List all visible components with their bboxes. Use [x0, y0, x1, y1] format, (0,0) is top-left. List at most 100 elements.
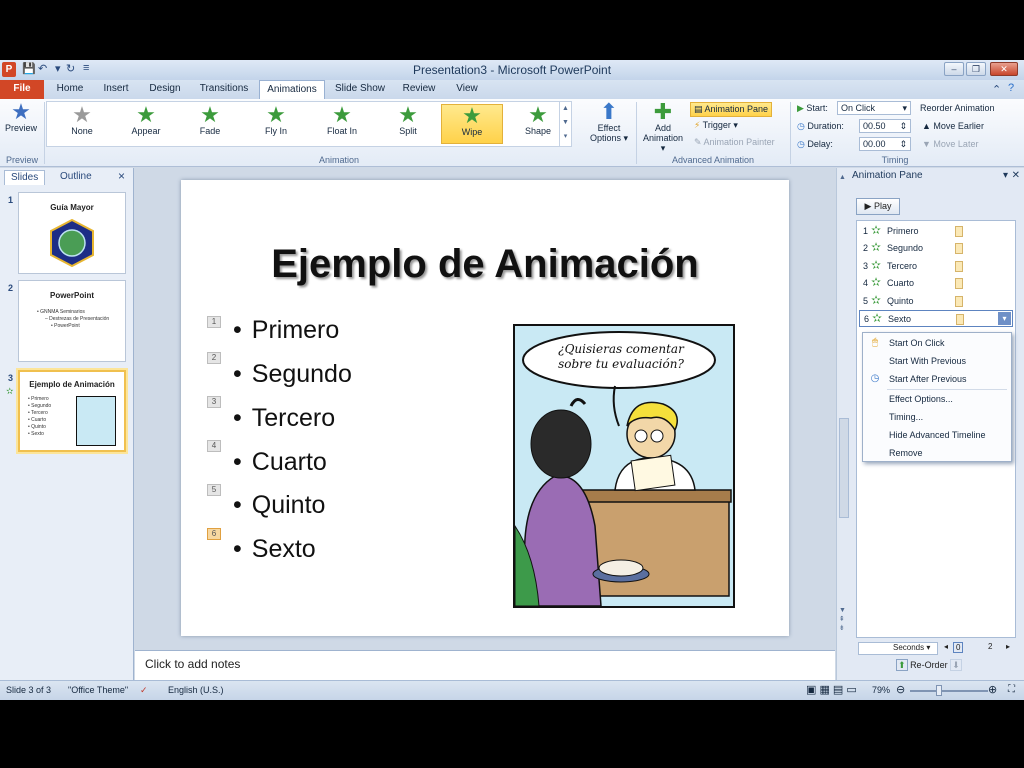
play-button[interactable]: ▶ Play	[856, 198, 900, 215]
view-buttons[interactable]: ▣ ▦ ▤ ▭	[806, 683, 857, 696]
animation-item[interactable]: 5 ✫ Quinto	[859, 293, 1013, 310]
slide-thumbnail-3[interactable]: Ejemplo de Animación • Primero • Segundo…	[18, 370, 126, 452]
start-select[interactable]: On Click ▾	[837, 101, 911, 115]
tab-animations[interactable]: Animations	[259, 80, 325, 100]
tab-file[interactable]: File	[0, 80, 44, 99]
close-icon[interactable]: ✕	[1012, 170, 1020, 181]
gallery-scroll[interactable]: ▲ ▼ ▾	[559, 102, 571, 146]
tab-design[interactable]: Design	[144, 80, 186, 99]
vertical-scrollbar[interactable]: ▲ ▼ ⇞ ⇟	[836, 168, 850, 680]
scroll-up-icon[interactable]: ▲	[839, 174, 846, 181]
zoom-out-icon[interactable]: ⊖	[896, 683, 905, 696]
effect-none[interactable]: ★ None	[51, 104, 113, 144]
effect-fade[interactable]: ★ Fade	[179, 104, 241, 144]
animation-tag[interactable]: 4	[207, 440, 221, 452]
slide-thumbnail-1[interactable]: Guía Mayor	[18, 192, 126, 274]
animation-item[interactable]: 3 ✫ Tercero	[859, 258, 1013, 275]
effect-wipe[interactable]: ★ Wipe	[441, 104, 503, 144]
tab-transitions[interactable]: Transitions	[194, 80, 254, 99]
trigger-button[interactable]: ⚡ Trigger ▾	[694, 120, 738, 131]
bullet-item[interactable]: • Segundo	[233, 360, 352, 389]
tab-slide-show[interactable]: Slide Show	[332, 80, 388, 99]
fit-to-window-icon[interactable]: ⛶	[1008, 684, 1015, 695]
menu-remove[interactable]: Remove	[863, 444, 1011, 462]
slide-canvas[interactable]: Ejemplo de Animación 1 • Primero 2 • Segun…	[181, 180, 789, 636]
tab-home[interactable]: Home	[52, 80, 88, 99]
slide-thumbnail-2[interactable]: PowerPoint • GNNMA Seminarios – Destreza…	[18, 280, 126, 362]
seconds-dropdown[interactable]: Seconds ▾	[858, 642, 938, 655]
effect-label: Fly In	[264, 126, 287, 136]
bullet-item[interactable]: • Cuarto	[233, 448, 327, 477]
pane-options-icon[interactable]: ▾	[1003, 170, 1008, 181]
add-animation-button[interactable]: ✚ Add Animation ▾	[640, 101, 686, 154]
item-label: Cuarto	[887, 278, 915, 288]
delay-input[interactable]: 00.00 ⇕	[859, 137, 911, 151]
bullet-item[interactable]: • Quinto	[233, 491, 325, 520]
animation-tag[interactable]: 3	[207, 396, 221, 408]
minimize-button[interactable]: –	[944, 62, 964, 76]
effect-float-in[interactable]: ★ Float In	[311, 104, 373, 144]
effect-split[interactable]: ★ Split	[377, 104, 439, 144]
animation-item[interactable]: 1 ✫ Primero	[859, 223, 1013, 240]
zoom-slider-thumb[interactable]	[936, 685, 942, 696]
item-dropdown-icon[interactable]: ▾	[998, 312, 1011, 325]
zoom-slider[interactable]	[910, 690, 988, 692]
reorder-up-icon[interactable]: ⬆	[896, 659, 908, 671]
tab-view[interactable]: View	[450, 80, 484, 99]
menu-hide-advanced-timeline[interactable]: Hide Advanced Timeline	[863, 426, 1011, 444]
slide-title[interactable]: Ejemplo de Animación	[181, 242, 789, 287]
animation-item[interactable]: 2 ✫ Segundo	[859, 240, 1013, 257]
bullet-text: Segundo	[251, 360, 352, 388]
language[interactable]: English (U.S.)	[168, 685, 224, 695]
animation-tag[interactable]: 5	[207, 484, 221, 496]
tab-outline[interactable]: Outline	[54, 170, 98, 185]
restore-button[interactable]: ❐	[966, 62, 986, 76]
comic-image[interactable]: ¿Quisieras comentar sobre tu evaluación?	[513, 324, 735, 608]
timeline-right-icon[interactable]: ▸	[1006, 642, 1010, 651]
duration-input[interactable]: 00.50 ⇕	[859, 119, 911, 133]
minimize-ribbon-icon[interactable]: ⌃	[992, 83, 1001, 98]
help-icon[interactable]: ?	[1008, 82, 1014, 97]
menu-effect-options[interactable]: Effect Options...	[863, 390, 1011, 408]
menu-start-after-previous[interactable]: ◷ Start After Previous	[863, 370, 1011, 388]
thumb-number: 2	[8, 283, 14, 293]
bullet-item[interactable]: • Tercero	[233, 404, 335, 433]
menu-start-on-click[interactable]: 🖱 Start On Click	[863, 334, 1011, 352]
move-later-button[interactable]: ▼ Move Later	[922, 139, 978, 149]
animation-item[interactable]: 4 ✫ Cuarto	[859, 275, 1013, 292]
menu-start-with-previous[interactable]: Start With Previous	[863, 352, 1011, 370]
animation-tag[interactable]: 1	[207, 316, 221, 328]
preview-button[interactable]: ★ Preview	[2, 101, 40, 134]
animation-tag[interactable]: 6	[207, 528, 221, 540]
move-earlier-button[interactable]: ▲ Move Earlier	[922, 121, 984, 131]
timeline-left-icon[interactable]: ◂	[944, 642, 948, 651]
tab-insert[interactable]: Insert	[98, 80, 134, 99]
ribbon: ★ Preview Preview ★ None ★ Appear ★ Fade ★ F…	[0, 99, 1024, 167]
group-label-advanced: Advanced Animation	[671, 155, 755, 165]
menu-timing[interactable]: Timing...	[863, 408, 1011, 426]
animation-painter-button[interactable]: ✎ Animation Painter	[694, 137, 775, 148]
animation-item-selected[interactable]: 6 ✫ Sexto ▾	[859, 310, 1013, 327]
bullet-item[interactable]: • Sexto	[233, 535, 316, 564]
effect-options-button[interactable]: ⬆ Effect Options ▾	[588, 101, 630, 144]
thumb-line: • Primero	[28, 396, 49, 402]
zoom-in-icon[interactable]: ⊕	[988, 683, 997, 696]
effect-appear[interactable]: ★ Appear	[115, 104, 177, 144]
scroll-thumb[interactable]	[839, 418, 849, 518]
zoom-level[interactable]: 79%	[872, 685, 890, 695]
reorder-down-icon[interactable]: ⬇	[950, 659, 962, 671]
animation-pane-button[interactable]: ▤ Animation Pane	[690, 102, 773, 117]
close-pane-icon[interactable]: ×	[112, 168, 131, 183]
item-number: 4	[863, 278, 869, 288]
bullet-item[interactable]: • Primero	[233, 316, 339, 345]
thumb-line: • Tercero	[28, 410, 48, 416]
animation-tag[interactable]: 2	[207, 352, 221, 364]
effect-fly-in[interactable]: ★ Fly In	[245, 104, 307, 144]
tab-review[interactable]: Review	[398, 80, 440, 99]
theme-name[interactable]: "Office Theme"	[68, 685, 128, 695]
spellcheck-icon[interactable]: ✓	[140, 685, 148, 696]
close-button[interactable]: ✕	[990, 62, 1018, 76]
tab-slides[interactable]: Slides	[4, 170, 46, 185]
scroll-nav-icons[interactable]: ▼ ⇞ ⇟	[839, 606, 846, 633]
notes-pane[interactable]: Click to add notes	[135, 650, 835, 680]
